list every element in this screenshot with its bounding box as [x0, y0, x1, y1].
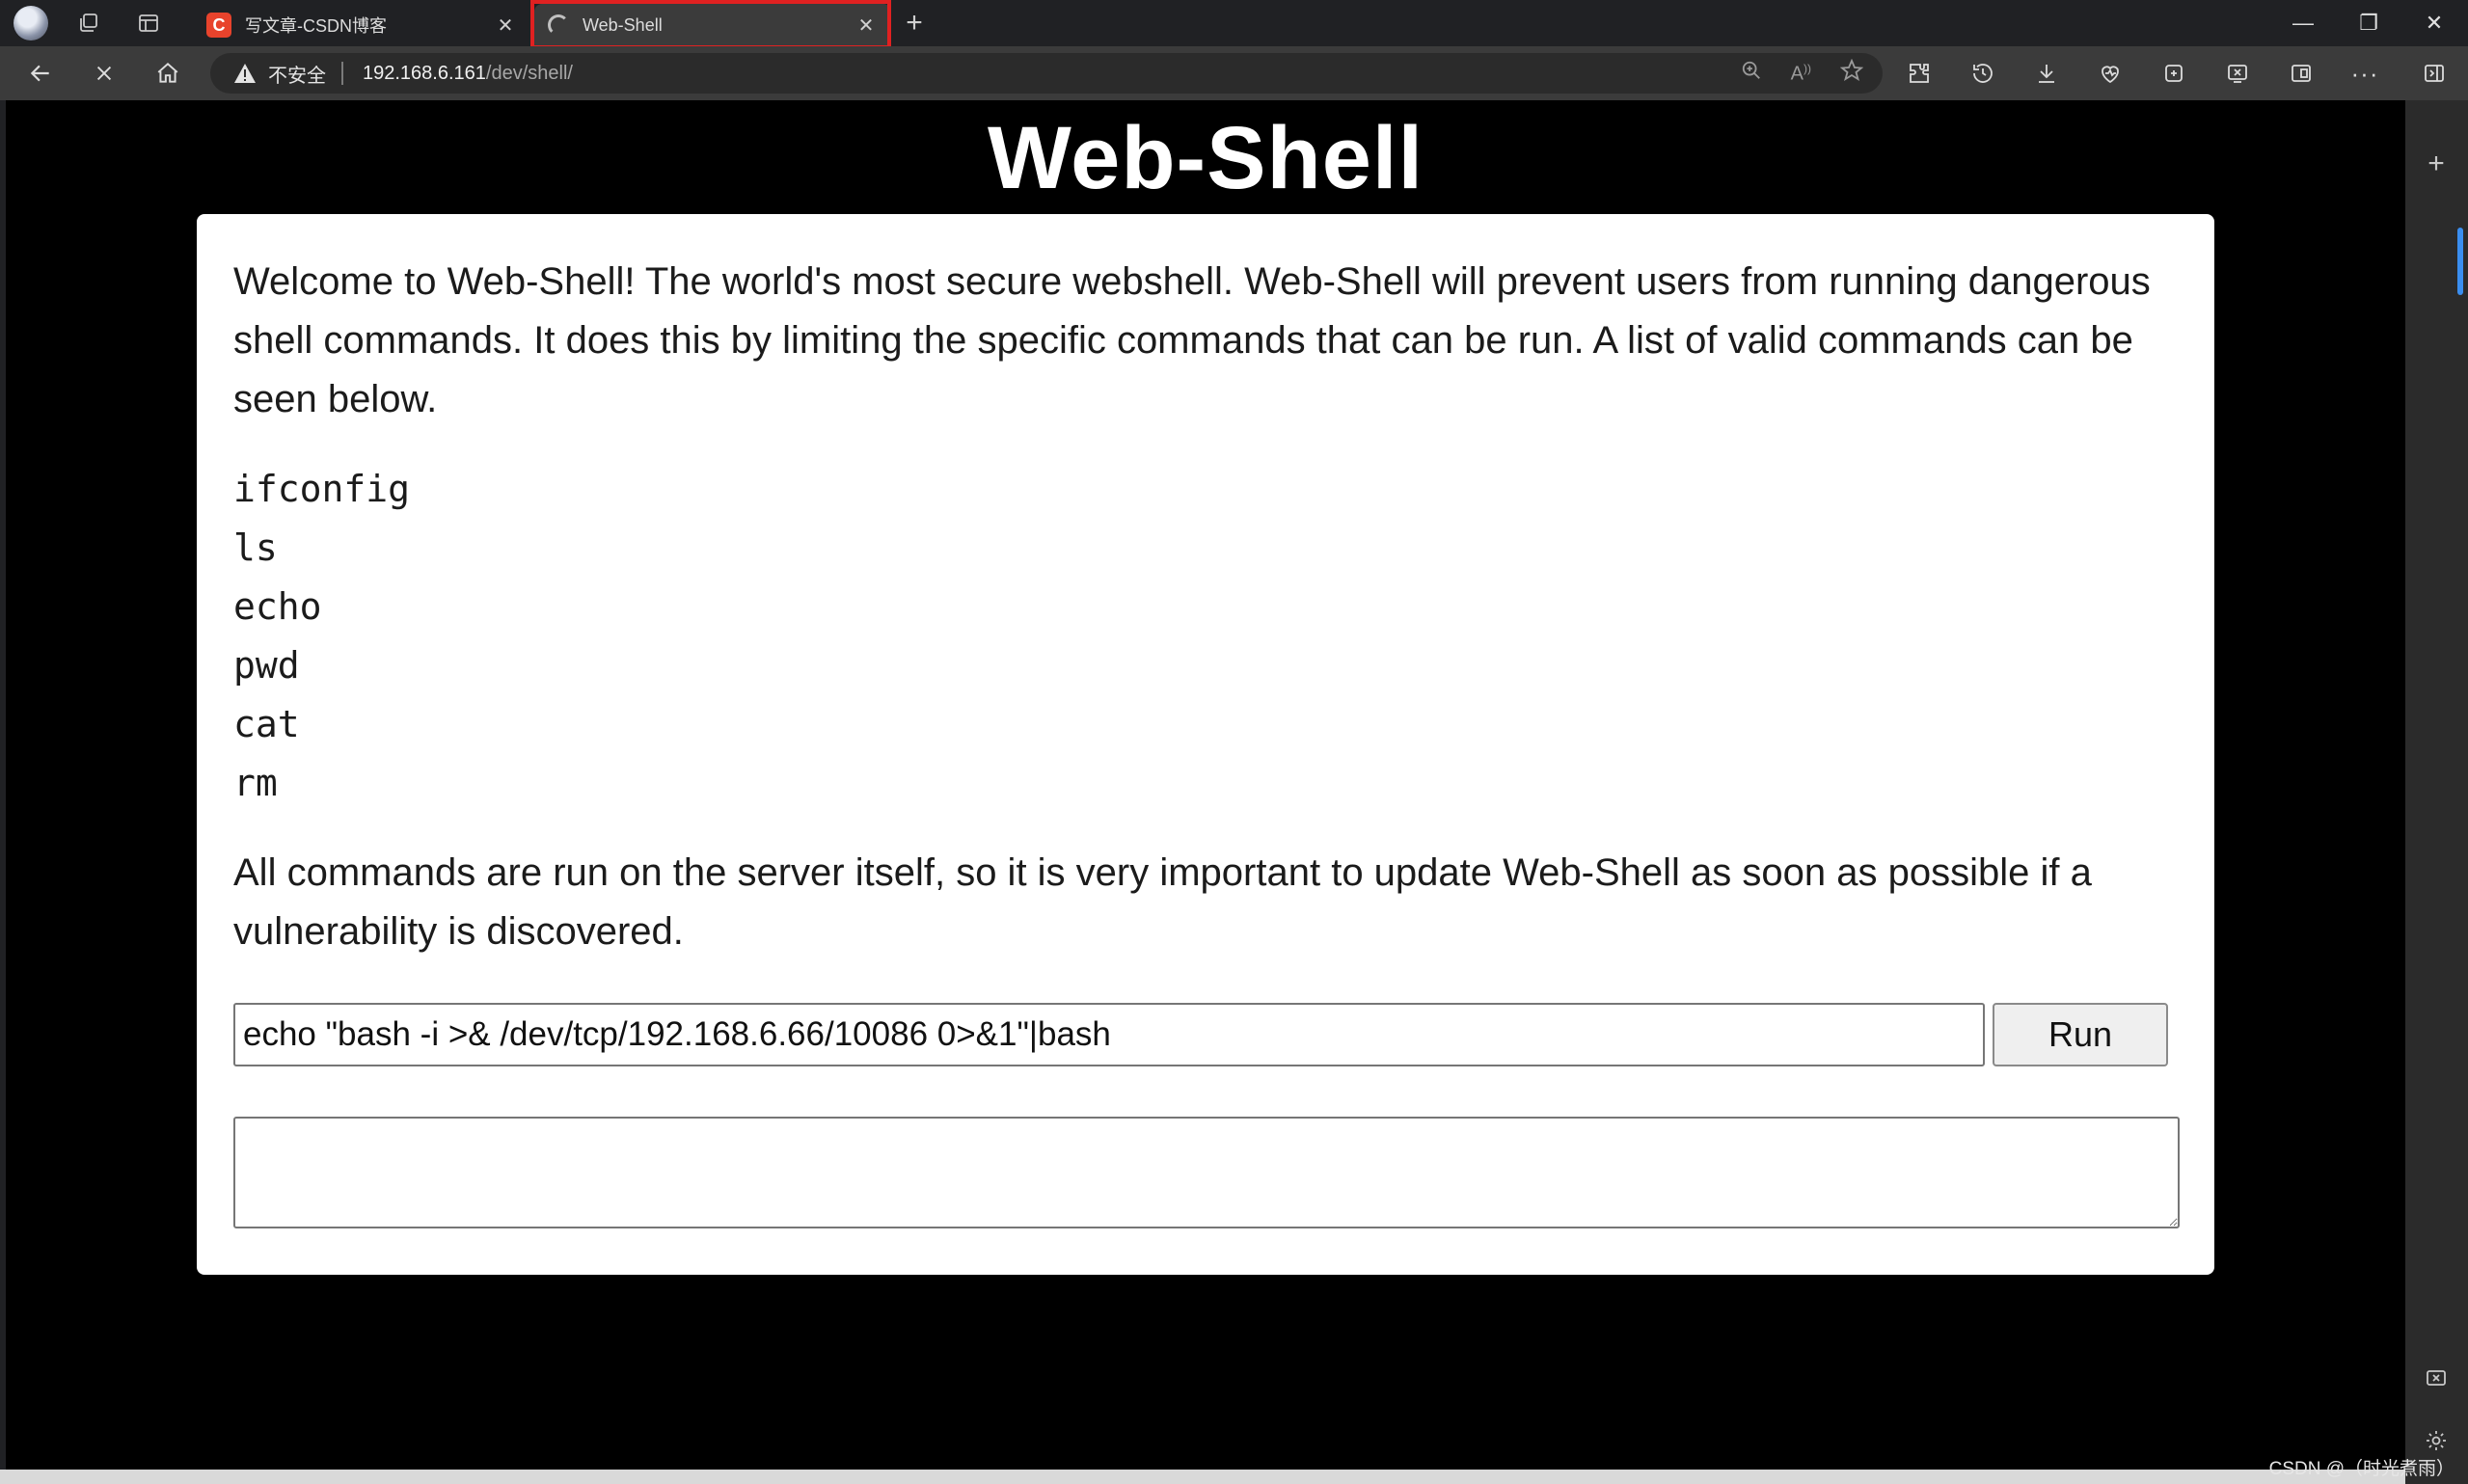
stop-loading-button[interactable] [83, 54, 125, 93]
close-icon[interactable]: ✕ [494, 13, 517, 37]
scrollbar-thumb[interactable] [2457, 228, 2463, 295]
address-bar[interactable]: 不安全 192.168.6.161 /dev/shell/ A)) [210, 53, 1883, 94]
close-icon[interactable]: ✕ [854, 13, 878, 37]
tab-title: Web-Shell [583, 14, 663, 35]
command-item: echo [233, 585, 322, 628]
history-icon[interactable] [1962, 62, 2004, 85]
sidebar-screenshot-icon[interactable] [2415, 1360, 2457, 1398]
collections-icon[interactable] [2153, 62, 2195, 85]
tab-csdn[interactable]: C 写文章-CSDN博客 ✕ [193, 4, 530, 46]
edge-sidebar: + [2405, 100, 2468, 1484]
screenshot-icon[interactable] [2216, 62, 2259, 85]
warning-icon[interactable] [233, 63, 257, 84]
output-textarea[interactable] [233, 1117, 2180, 1228]
valid-commands-list: ifconfig ls echo pwd cat rm [233, 460, 2178, 813]
restore-button[interactable]: ❐ [2336, 0, 2401, 46]
downloads-icon[interactable] [2025, 62, 2068, 85]
navigation-bar: 不安全 192.168.6.161 /dev/shell/ A)) ··· [0, 46, 2468, 100]
loading-spinner-icon [548, 14, 569, 36]
command-item: rm [233, 762, 278, 804]
page-viewport: Web-Shell Welcome to Web-Shell! The worl… [6, 100, 2405, 1470]
command-item: cat [233, 703, 300, 745]
sidebar-toggle-icon[interactable] [2413, 62, 2455, 85]
back-button[interactable] [19, 54, 62, 93]
zoom-icon[interactable] [1741, 60, 1762, 87]
home-button[interactable] [147, 54, 189, 93]
page-title: Web-Shell [987, 109, 1424, 207]
tab-strip: C 写文章-CSDN博客 ✕ Web-Shell ✕ + — ❐ ✕ [0, 0, 2468, 49]
url-path: /dev/shell/ [485, 62, 573, 84]
tab-web-shell[interactable]: Web-Shell ✕ [534, 4, 891, 46]
window-close-button[interactable]: ✕ [2401, 0, 2467, 46]
csdn-icon: C [206, 13, 231, 38]
divider [341, 62, 343, 85]
tab-title: 写文章-CSDN博客 [245, 16, 387, 36]
more-menu-icon[interactable]: ··· [2344, 59, 2386, 89]
run-button[interactable]: Run [1993, 1003, 2168, 1066]
command-form: Run [233, 1003, 2172, 1066]
security-label[interactable]: 不安全 [268, 60, 326, 88]
add-sidebar-app-icon[interactable]: + [2415, 145, 2457, 183]
minimize-button[interactable]: — [2270, 0, 2336, 46]
url-host: 192.168.6.161 [363, 62, 486, 84]
command-item: ls [233, 526, 278, 569]
workspaces-icon[interactable] [68, 6, 110, 40]
browser-essentials-icon[interactable] [2089, 62, 2131, 85]
outro-text: All commands are run on the server itsel… [233, 851, 2092, 953]
content-card: Welcome to Web-Shell! The world's most s… [197, 214, 2214, 1275]
intro-text: Welcome to Web-Shell! The world's most s… [233, 260, 2151, 420]
favorite-star-icon[interactable] [1839, 58, 1864, 88]
watermark: CSDN @（时光煮雨） [2268, 1459, 2454, 1479]
tab-actions-icon[interactable] [127, 6, 170, 40]
command-input[interactable] [233, 1003, 1985, 1066]
bottom-strip [0, 1470, 2405, 1484]
command-item: ifconfig [233, 468, 411, 510]
command-item: pwd [233, 644, 300, 687]
new-tab-button[interactable]: + [895, 6, 934, 40]
extensions-icon[interactable] [1898, 62, 1940, 85]
read-aloud-icon[interactable]: A)) [1791, 62, 1811, 86]
split-screen-icon[interactable] [2280, 62, 2322, 85]
profile-avatar[interactable] [14, 6, 48, 40]
